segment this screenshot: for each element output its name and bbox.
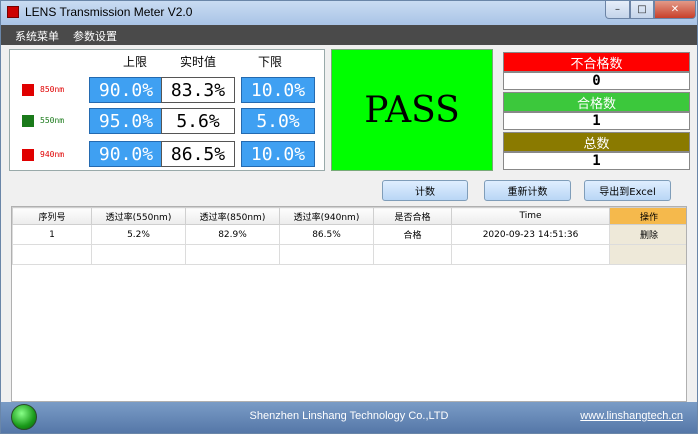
empty-cell	[12, 244, 92, 265]
app-icon	[7, 6, 19, 18]
minimize-button[interactable]: –	[605, 1, 630, 19]
table-row-empty	[12, 244, 686, 265]
empty-cell	[609, 244, 686, 265]
cell-t550: 5.2%	[91, 224, 186, 245]
maximize-button[interactable]: □	[630, 1, 654, 19]
cell-time: 2020-09-23 14:51:36	[451, 224, 610, 245]
wavelength-label-940: 940nm	[40, 150, 65, 159]
color-swatch-940	[22, 149, 34, 161]
lower-550-box[interactable]: 5.0%	[241, 108, 315, 134]
menu-system[interactable]: 系统菜单	[15, 28, 59, 44]
realtime-940-box: 86.5%	[161, 141, 235, 167]
empty-cell	[185, 244, 280, 265]
empty-cell	[91, 244, 186, 265]
result-panel: PASS	[331, 49, 493, 171]
realtime-header: 实时值	[179, 55, 216, 69]
lower-940-box[interactable]: 10.0%	[241, 141, 315, 167]
total-count-value: 1	[503, 152, 690, 170]
export-excel-button[interactable]: 导出到Excel	[584, 180, 671, 201]
table-row[interactable]: 1 5.2% 82.9% 86.5% 合格 2020-09-23 14:51:3…	[12, 224, 686, 245]
cell-serial: 1	[12, 224, 92, 245]
cell-t850: 82.9%	[185, 224, 280, 245]
limits-panel: 上限 实时值 下限 850nm 90.0% 83.3% 10.0% 550nm …	[9, 49, 325, 171]
upper-940-box[interactable]: 90.0%	[89, 141, 163, 167]
title-bar[interactable]: LENS Transmission Meter V2.0 – □ ✕	[1, 1, 697, 25]
color-swatch-550	[22, 115, 34, 127]
website-link[interactable]: www.linshangtech.cn	[580, 410, 683, 422]
count-button[interactable]: 计数	[382, 180, 468, 201]
fail-count-label: 不合格数	[503, 52, 690, 72]
window-title: LENS Transmission Meter V2.0	[25, 5, 193, 19]
column-header-t940[interactable]: 透过率(940nm)	[279, 207, 374, 225]
result-text: PASS	[364, 89, 460, 131]
empty-cell	[451, 244, 610, 265]
column-header-t550[interactable]: 透过率(550nm)	[91, 207, 186, 225]
color-swatch-850	[22, 84, 34, 96]
empty-cell	[279, 244, 374, 265]
column-header-time[interactable]: Time	[451, 207, 610, 225]
empty-cell	[373, 244, 452, 265]
wavelength-label-850: 850nm	[40, 85, 65, 94]
upper-850-box[interactable]: 90.0%	[89, 77, 163, 103]
pass-count-label: 合格数	[503, 92, 690, 112]
delete-button[interactable]: 删除	[609, 224, 686, 245]
menu-params[interactable]: 参数设置	[73, 28, 117, 44]
lower-850-box[interactable]: 10.0%	[241, 77, 315, 103]
column-header-action[interactable]: 操作	[609, 207, 686, 225]
column-header-serial[interactable]: 序列号	[12, 207, 92, 225]
table-header-row: 序列号 透过率(550nm) 透过率(850nm) 透过率(940nm) 是否合…	[12, 207, 686, 225]
cell-t940: 86.5%	[279, 224, 374, 245]
wavelength-label-550: 550nm	[40, 116, 65, 125]
records-table: 序列号 透过率(550nm) 透过率(850nm) 透过率(940nm) 是否合…	[11, 206, 687, 402]
total-count-label: 总数	[503, 132, 690, 152]
column-header-qualified[interactable]: 是否合格	[373, 207, 452, 225]
realtime-850-box: 83.3%	[161, 77, 235, 103]
column-header-t850[interactable]: 透过率(850nm)	[185, 207, 280, 225]
lower-limit-header: 下限	[257, 55, 282, 69]
fail-count-value: 0	[503, 72, 690, 90]
recount-button[interactable]: 重新计数	[484, 180, 571, 201]
upper-550-box[interactable]: 95.0%	[89, 108, 163, 134]
menu-bar: 系统菜单 参数设置	[1, 25, 697, 45]
realtime-550-box: 5.6%	[161, 108, 235, 134]
close-button[interactable]: ✕	[654, 1, 696, 19]
status-bar: Shenzhen Linshang Technology Co.,LTD www…	[1, 402, 697, 433]
app-window: LENS Transmission Meter V2.0 – □ ✕ 系统菜单 …	[0, 0, 698, 434]
pass-count-value: 1	[503, 112, 690, 130]
cell-qualified: 合格	[373, 224, 452, 245]
